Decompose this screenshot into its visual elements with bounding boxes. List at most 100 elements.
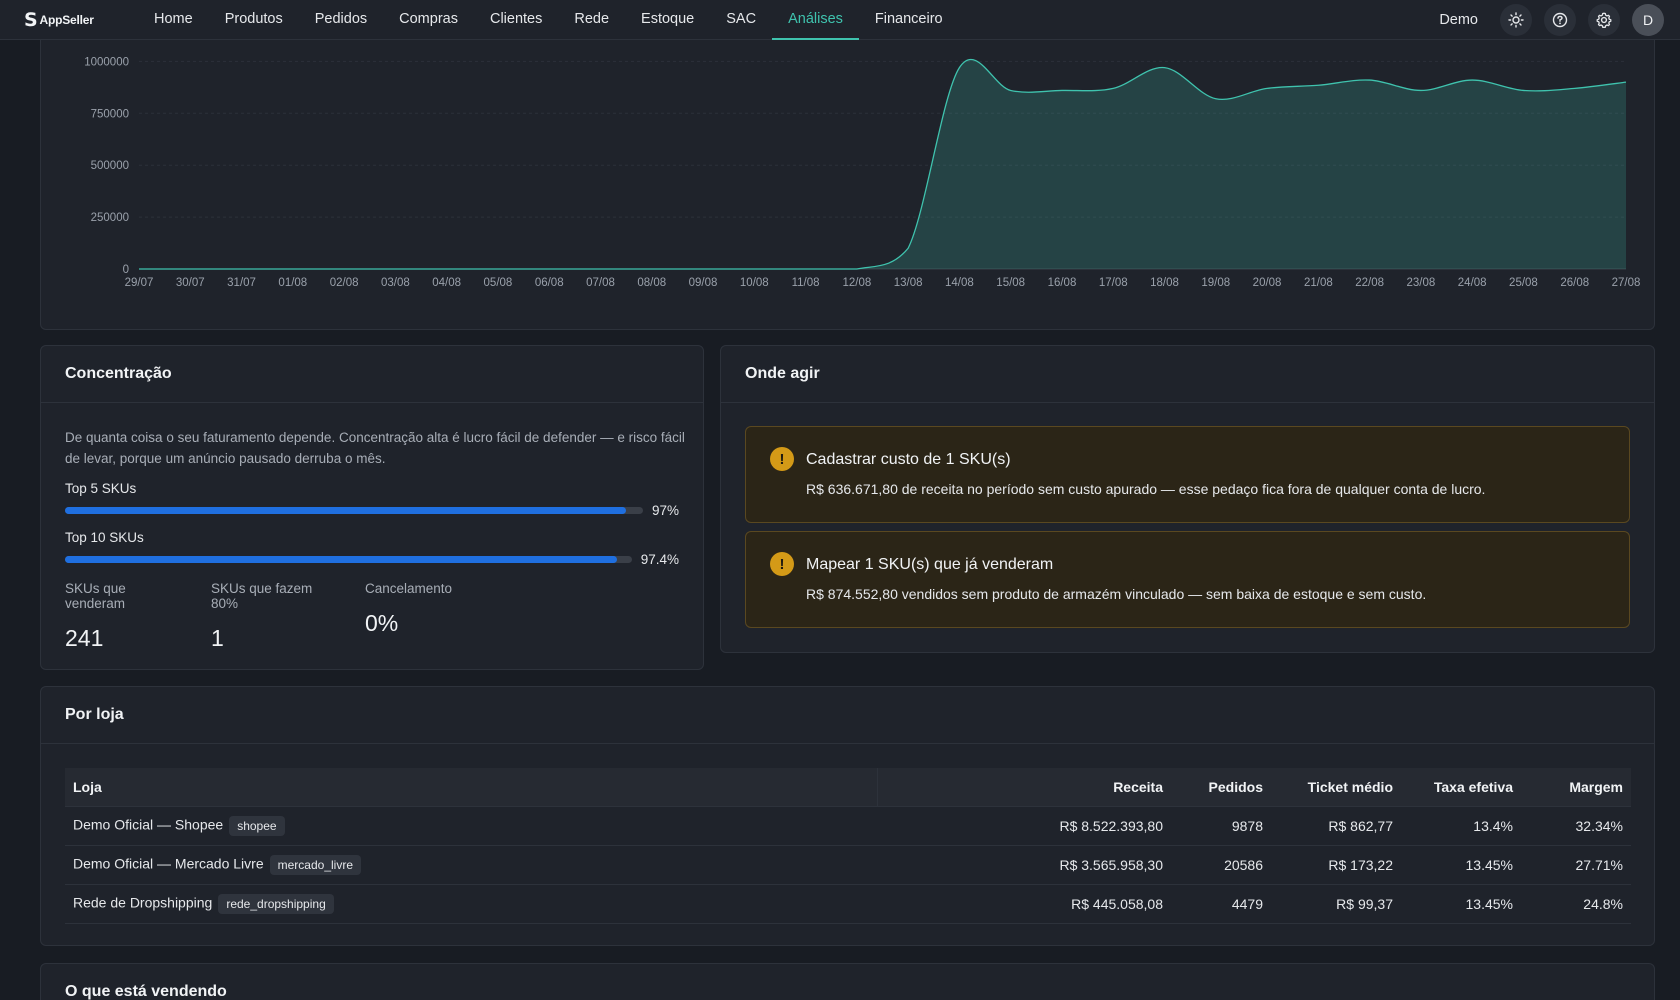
app-logo[interactable]: S AppSeller bbox=[24, 9, 138, 31]
concentration-description: De quanta coisa o seu faturamento depend… bbox=[65, 430, 685, 466]
store-name: Demo Oficial — Mercado Livre bbox=[73, 855, 264, 872]
selling-card: O que está vendendo bbox=[40, 963, 1655, 1000]
table-row[interactable]: Rede de Dropshipping rede_dropshipping R$… bbox=[65, 884, 1631, 924]
stores-table: Loja Receita Pedidos Ticket médio Taxa e… bbox=[65, 768, 1631, 924]
nav-item-analises[interactable]: Análises bbox=[772, 0, 859, 40]
margin-cell: 24.8% bbox=[1521, 884, 1631, 924]
x-tick-label: 23/08 bbox=[1407, 277, 1436, 289]
help-circle-icon bbox=[1552, 12, 1568, 27]
y-tick-label: 1000000 bbox=[84, 56, 129, 68]
top10-bar: Top 10 SKUs 97.4% bbox=[65, 530, 679, 567]
series-area bbox=[139, 59, 1626, 270]
x-tick-label: 14/08 bbox=[945, 277, 974, 289]
x-tick-label: 18/08 bbox=[1150, 277, 1179, 289]
revenue-cell: R$ 445.058,08 bbox=[877, 884, 1171, 924]
column-header-loja[interactable]: Loja bbox=[65, 768, 878, 807]
settings-button[interactable] bbox=[1588, 3, 1620, 36]
alert-text: R$ 636.671,80 de receita no período sem … bbox=[806, 481, 1486, 497]
selling-title: O que está vendendo bbox=[41, 964, 1654, 1000]
top5-percent: 97% bbox=[651, 502, 679, 518]
nav-item-compras[interactable]: Compras bbox=[383, 0, 474, 40]
theme-toggle-button[interactable] bbox=[1500, 3, 1532, 36]
stat-skus-80: SKUs que fazem 80% 1 bbox=[211, 581, 341, 652]
column-header-receita[interactable]: Receita bbox=[877, 768, 1171, 807]
avatar[interactable]: D bbox=[1632, 3, 1664, 36]
margin-cell: 27.71% bbox=[1521, 845, 1631, 885]
stat-label: SKUs que venderam bbox=[65, 581, 126, 611]
top-right-controls: Demo D bbox=[1439, 3, 1664, 36]
nav-item-produtos[interactable]: Produtos bbox=[209, 0, 299, 40]
help-button[interactable] bbox=[1544, 3, 1576, 36]
store-cell: Demo Oficial — Shopee shopee bbox=[65, 806, 877, 846]
top5-label: Top 5 SKUs bbox=[65, 481, 137, 496]
gear-icon bbox=[1596, 12, 1612, 28]
nav-item-sac[interactable]: SAC bbox=[710, 0, 772, 40]
top5-progress-track bbox=[65, 506, 643, 514]
nav-item-financeiro[interactable]: Financeiro bbox=[859, 0, 959, 40]
x-tick-label: 09/08 bbox=[689, 277, 718, 289]
logo-mark: S bbox=[24, 8, 38, 31]
rate-cell: 13.4% bbox=[1401, 806, 1521, 846]
column-header-pedidos[interactable]: Pedidos bbox=[1171, 768, 1271, 807]
table-row[interactable]: Demo Oficial — Shopee shopee R$ 8.522.393… bbox=[65, 806, 1631, 846]
stat-value: 1 bbox=[211, 625, 224, 651]
action-card: Onde agir ! Cadastrar custo de 1 SKU(s) … bbox=[720, 345, 1655, 653]
store-name: Rede de Dropshipping bbox=[73, 894, 213, 911]
x-tick-label: 24/08 bbox=[1458, 277, 1487, 289]
x-tick-label: 10/08 bbox=[740, 277, 769, 289]
x-tick-label: 25/08 bbox=[1509, 277, 1538, 289]
concentration-title: Concentração bbox=[41, 346, 703, 403]
main-nav: Home Produtos Pedidos Compras Clientes Rede Es… bbox=[138, 0, 959, 40]
nav-item-rede[interactable]: Rede bbox=[558, 0, 625, 40]
revenue-area-chart: 0 250000 500000 750000 1000000 29/07 30/07 31/0… bbox=[84, 56, 1641, 289]
stat-value: 241 bbox=[65, 625, 104, 651]
revenue-cell: R$ 8.522.393,80 bbox=[877, 806, 1171, 846]
top10-progress-track bbox=[65, 555, 632, 563]
y-tick-label: 0 bbox=[123, 264, 129, 276]
stat-label: SKUs que fazem 80% bbox=[211, 581, 313, 611]
concentration-stats: SKUs que venderam 241 SKUs que fazem 80%… bbox=[65, 581, 679, 652]
x-tick-label: 11/08 bbox=[792, 277, 820, 289]
nav-item-clientes[interactable]: Clientes bbox=[474, 0, 558, 40]
ticket-cell: R$ 862,77 bbox=[1271, 806, 1401, 846]
store-tag: shopee bbox=[229, 815, 285, 836]
top10-label: Top 10 SKUs bbox=[65, 530, 144, 545]
nav-item-estoque[interactable]: Estoque bbox=[625, 0, 710, 40]
x-tick-label: 07/08 bbox=[586, 277, 615, 289]
ticket-cell: R$ 173,22 bbox=[1271, 845, 1401, 885]
x-tick-label: 30/07 bbox=[176, 277, 205, 289]
column-header-ticket[interactable]: Ticket médio bbox=[1271, 768, 1401, 807]
table-row[interactable]: Demo Oficial — Mercado Livre mercado_livr… bbox=[65, 845, 1631, 885]
store-cell: Rede de Dropshipping rede_dropshipping bbox=[65, 884, 877, 924]
nav-item-pedidos[interactable]: Pedidos bbox=[299, 0, 383, 40]
x-tick-label: 22/08 bbox=[1355, 277, 1384, 289]
ticket-cell: R$ 99,37 bbox=[1271, 884, 1401, 924]
margin-cell: 32.34% bbox=[1521, 806, 1631, 846]
revenue-cell: R$ 3.565.958,30 bbox=[877, 845, 1171, 885]
nav-item-home[interactable]: Home bbox=[138, 0, 209, 40]
x-tick-label: 12/08 bbox=[842, 277, 871, 289]
column-header-margem[interactable]: Margem bbox=[1521, 768, 1631, 807]
x-tick-label: 06/08 bbox=[535, 277, 564, 289]
x-tick-label: 08/08 bbox=[637, 277, 666, 289]
orders-cell: 20586 bbox=[1171, 845, 1271, 885]
warning-icon: ! bbox=[770, 447, 794, 471]
y-tick-label: 250000 bbox=[91, 212, 129, 224]
x-tick-label: 31/07 bbox=[227, 277, 256, 289]
concentration-card: Concentração De quanta coisa o seu fatur… bbox=[40, 345, 704, 670]
x-tick-label: 20/08 bbox=[1253, 277, 1282, 289]
orders-cell: 9878 bbox=[1171, 806, 1271, 846]
stores-title: Por loja bbox=[41, 687, 1654, 744]
top5-bar: Top 5 SKUs 97% bbox=[65, 481, 679, 518]
column-header-taxa[interactable]: Taxa efetiva bbox=[1401, 768, 1521, 807]
y-tick-label: 750000 bbox=[91, 108, 129, 120]
logo-text: AppSeller bbox=[39, 12, 94, 27]
x-tick-label: 26/08 bbox=[1560, 277, 1589, 289]
y-tick-label: 500000 bbox=[91, 160, 129, 172]
user-name[interactable]: Demo bbox=[1439, 12, 1478, 28]
stat-skus-sold: SKUs que venderam 241 bbox=[65, 581, 187, 652]
store-cell: Demo Oficial — Mercado Livre mercado_livr… bbox=[65, 845, 877, 885]
x-tick-label: 27/08 bbox=[1612, 277, 1641, 289]
alert-cost-missing[interactable]: ! Cadastrar custo de 1 SKU(s) R$ 636.671… bbox=[745, 426, 1630, 523]
alert-sku-mapping[interactable]: ! Mapear 1 SKU(s) que já venderam R$ 874… bbox=[745, 531, 1630, 628]
